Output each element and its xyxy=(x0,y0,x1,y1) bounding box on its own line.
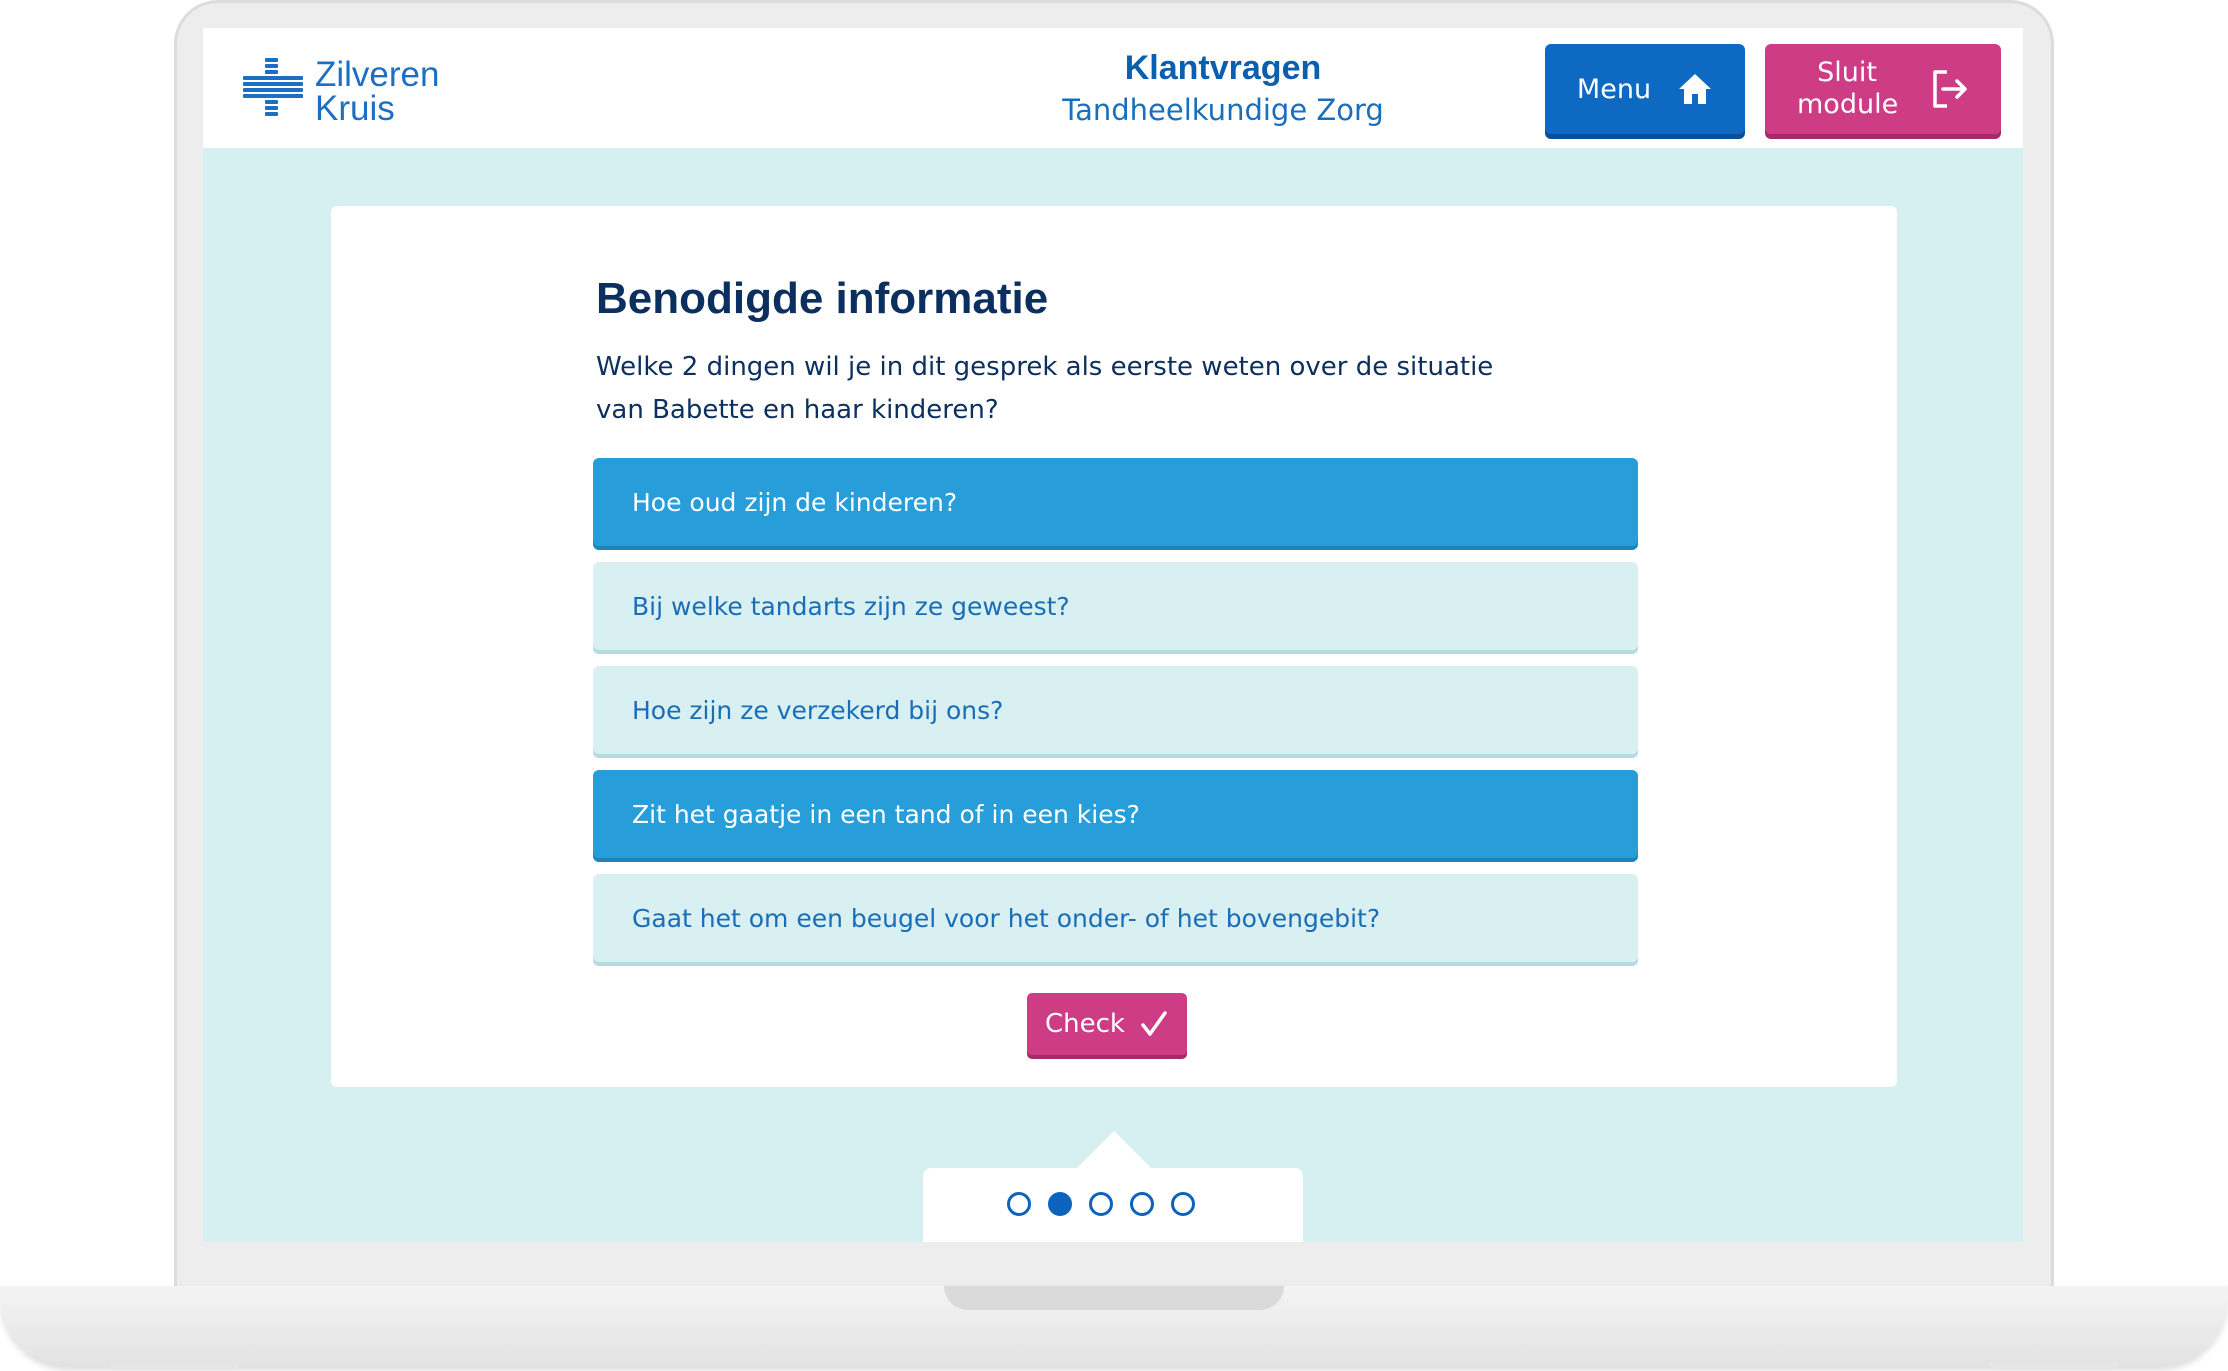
logo-wordmark: Zilveren Kruis xyxy=(315,55,440,128)
laptop-foot-left xyxy=(110,1362,240,1370)
answer-option-label: Bij welke tandarts zijn ze geweest? xyxy=(632,591,1070,621)
answer-option-label: Gaat het om een beugel voor het onder- o… xyxy=(632,903,1381,933)
answer-option[interactable]: Bij welke tandarts zijn ze geweest? xyxy=(593,562,1638,650)
module-title: Klantvragen xyxy=(1124,49,1322,87)
answer-option[interactable]: Zit het gaatje in een tand of in een kie… xyxy=(593,770,1638,858)
answer-option[interactable]: Hoe zijn ze verzekerd bij ons? xyxy=(593,666,1638,754)
check-button[interactable]: Check xyxy=(1027,993,1187,1055)
pagination-dot-4[interactable] xyxy=(1130,1192,1154,1216)
question-title: Benodigde informatie xyxy=(596,274,1049,323)
pagination-dots xyxy=(1007,1192,1195,1216)
answer-option-label: Zit het gaatje in een tand of in een kie… xyxy=(632,799,1140,829)
answer-options: Hoe oud zijn de kinderen? Bij welke tand… xyxy=(593,458,1638,978)
close-module-label: Sluit module xyxy=(1797,57,1899,121)
module-heading: Klantvragen Tandheelkundige Zorg xyxy=(963,46,1483,130)
close-module-button[interactable]: Sluit module xyxy=(1765,44,2001,134)
pagination-dot-2[interactable] xyxy=(1048,1192,1072,1216)
logo-line-2: Kruis xyxy=(315,89,395,128)
logo-line-1: Zilveren xyxy=(315,55,440,94)
exit-icon xyxy=(1933,70,1967,108)
menu-button[interactable]: Menu xyxy=(1545,44,1745,134)
answer-option-label: Hoe zijn ze verzekerd bij ons? xyxy=(632,695,1004,725)
cross-logo-icon xyxy=(243,58,303,116)
question-text: Welke 2 dingen wil je in dit gesprek als… xyxy=(596,352,1494,425)
home-icon xyxy=(1679,74,1712,104)
laptop-notch xyxy=(944,1286,1284,1310)
laptop-foot-right xyxy=(1988,1362,2118,1370)
menu-button-label: Menu xyxy=(1576,73,1652,105)
pager-pointer xyxy=(1076,1131,1152,1169)
header-bar: Zilveren Kruis Klantvragen Tandheelkundi… xyxy=(203,28,2023,148)
checkmark-icon xyxy=(1141,1011,1167,1036)
brand-logo: Zilveren Kruis xyxy=(243,55,463,128)
question-card: Benodigde informatie Welke 2 dingen wil … xyxy=(331,206,1897,1087)
app-screen: Zilveren Kruis Klantvragen Tandheelkundi… xyxy=(203,28,2023,1242)
pagination-dot-3[interactable] xyxy=(1089,1192,1113,1216)
answer-option[interactable]: Gaat het om een beugel voor het onder- o… xyxy=(593,874,1638,962)
answer-option-label: Hoe oud zijn de kinderen? xyxy=(632,487,958,517)
module-subtitle: Tandheelkundige Zorg xyxy=(1062,93,1384,127)
pagination-dot-1[interactable] xyxy=(1007,1192,1031,1216)
close-label-line-1: Sluit xyxy=(1817,57,1877,88)
pagination-dot-5[interactable] xyxy=(1171,1192,1195,1216)
close-label-line-2: module xyxy=(1797,89,1899,120)
answer-option[interactable]: Hoe oud zijn de kinderen? xyxy=(593,458,1638,546)
check-button-label: Check xyxy=(1045,1009,1125,1039)
